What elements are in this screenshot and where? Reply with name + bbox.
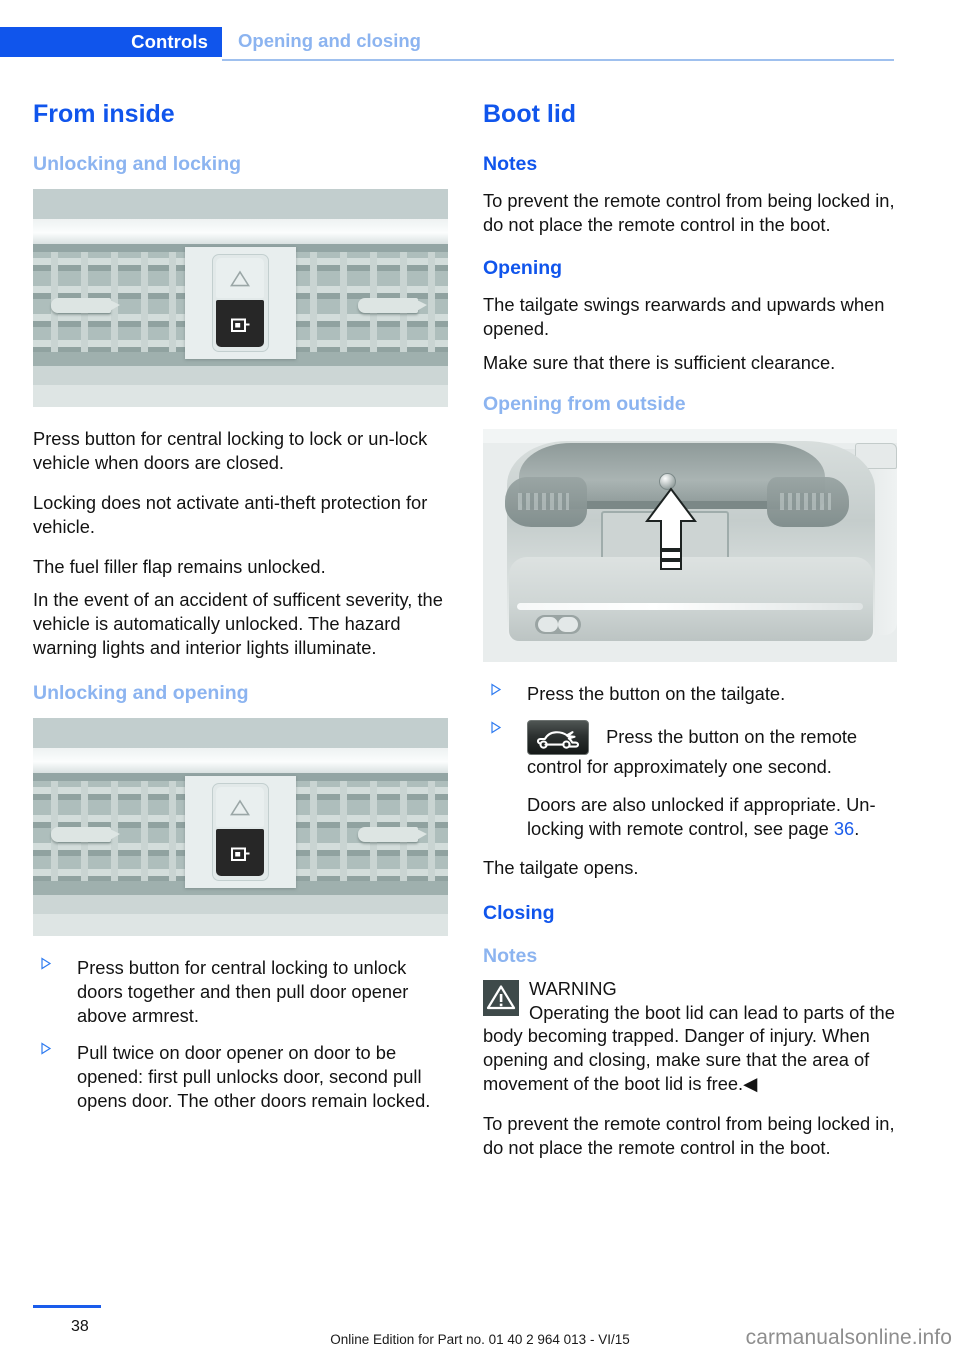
site-watermark: carmanualsonline.info [745, 1326, 952, 1349]
hazard-warning-button[interactable] [216, 258, 264, 299]
page-reference-link[interactable]: 36 [834, 818, 854, 839]
triangle-bullet-icon [40, 1042, 54, 1062]
heading-notes: Notes [483, 153, 538, 175]
note-text-post: . [854, 817, 860, 839]
figure-centre-console-locking-button-2 [33, 718, 448, 937]
paragraph-sufficient-clearance: Make sure that there is sufficient clear… [483, 351, 836, 373]
hazard-triangle-icon [230, 799, 250, 816]
air-vent-left [33, 252, 185, 353]
paragraph-notes-remote-control: To prevent the remote control from being… [483, 190, 895, 236]
console-lowest-surface [33, 385, 448, 408]
hazard-triangle-icon [230, 270, 250, 287]
up-arrow-callout-icon [643, 487, 699, 587]
heading-closing-notes: Notes [483, 944, 538, 967]
header-section-label: Opening and closing [238, 30, 421, 51]
paragraph-press-button-central-locking: Press button for central locking to lock… [33, 428, 428, 474]
rear-of-vehicle-illustration [483, 429, 897, 663]
exhaust-tailpipes [535, 615, 581, 635]
list-item: Press button for central locking to unlo… [33, 956, 451, 1027]
heading-opening: Opening [483, 256, 563, 279]
paragraph-fuel-filler-flap: The fuel filler flap remains unlocked. [33, 555, 326, 577]
header-chapter-label: Controls [131, 31, 208, 52]
figure-centre-console-locking-button [33, 189, 448, 408]
central-button-panel [185, 247, 296, 360]
console-illustration-2 [33, 718, 448, 937]
air-vent-right-2 [296, 781, 448, 882]
page-title-boot-lid: Boot lid [483, 100, 577, 128]
heading-opening-from-outside: Opening from outside [483, 392, 686, 415]
triangle-bullet-icon [490, 721, 504, 741]
tail-light-left [505, 477, 587, 528]
left-column: From inside Unlocking and locking Press … [33, 100, 451, 1127]
heading-unlocking-and-opening: Unlocking and opening [33, 681, 249, 704]
running-header: Controls Opening and closing [0, 27, 960, 61]
tail-light-right [767, 477, 849, 528]
page-title-from-inside: From inside [33, 100, 175, 128]
list-item-text: Press button for central locking to unlo… [77, 957, 409, 1026]
lock-door-icon [229, 314, 251, 334]
list-item-text: Pull twice on door opener on door to be … [77, 1042, 431, 1111]
triangle-bullet-icon [40, 957, 54, 977]
header-chapter-tab: Controls [0, 27, 222, 57]
central-locking-button[interactable] [216, 300, 264, 348]
central-locking-button-2[interactable] [216, 829, 264, 877]
warning-label: WARNING [529, 977, 617, 999]
list-item: Press the button on the tailgate. [483, 682, 901, 706]
paragraph-tailgate-swings: The tailgate swings rearwards and upward… [483, 294, 885, 340]
lock-door-icon [229, 843, 251, 863]
central-button-panel-2 [185, 776, 296, 889]
warning-triangle-icon [483, 979, 519, 1016]
figure-rear-tailgate-button [483, 429, 897, 663]
air-vent-left-2 [33, 781, 185, 882]
warning-text: Operating the boot lid can lead to parts… [483, 1001, 895, 1095]
header-divider [222, 59, 894, 61]
footer-divider [33, 1305, 101, 1308]
button-stack [212, 254, 269, 353]
air-vent-right [296, 252, 448, 353]
warning-block: WARNING Operating the boot lid can lead … [483, 977, 901, 1096]
paragraph-tailgate-opens: The tailgate opens. [483, 857, 639, 879]
console-illustration [33, 189, 448, 408]
heading-closing: Closing [483, 902, 555, 925]
dashboard-upper-band [33, 189, 448, 220]
list-item: Press the button on the remote control f… [483, 719, 901, 779]
remote-control-boot-icon[interactable] [527, 719, 589, 755]
right-column: Boot lid Notes To prevent the remote con… [483, 100, 901, 1175]
list-item: Pull twice on door opener on door to be … [33, 1041, 451, 1112]
paragraph-locking-anti-theft: Locking does not activate anti-theft pro… [33, 491, 428, 537]
triangle-bullet-icon [490, 683, 504, 703]
paragraph-doors-also-unlocked: Doors are also unlocked if appropriate. … [483, 793, 901, 841]
bumper-chrome-strip [517, 603, 863, 611]
list-item-text: Press the button on the tailgate. [527, 683, 786, 705]
paragraph-accident-auto-unlock: In the event of an accident of sufficent… [33, 589, 443, 658]
dashboard-highlight-strip [33, 219, 448, 245]
hazard-warning-button-2[interactable] [216, 787, 264, 828]
note-text-pre: Doors are also unlocked if appropriate. … [527, 793, 876, 839]
heading-unlocking-and-locking: Unlocking and locking [33, 153, 242, 175]
paragraph-closing-notes-remote: To prevent the remote control from being… [483, 1112, 895, 1158]
